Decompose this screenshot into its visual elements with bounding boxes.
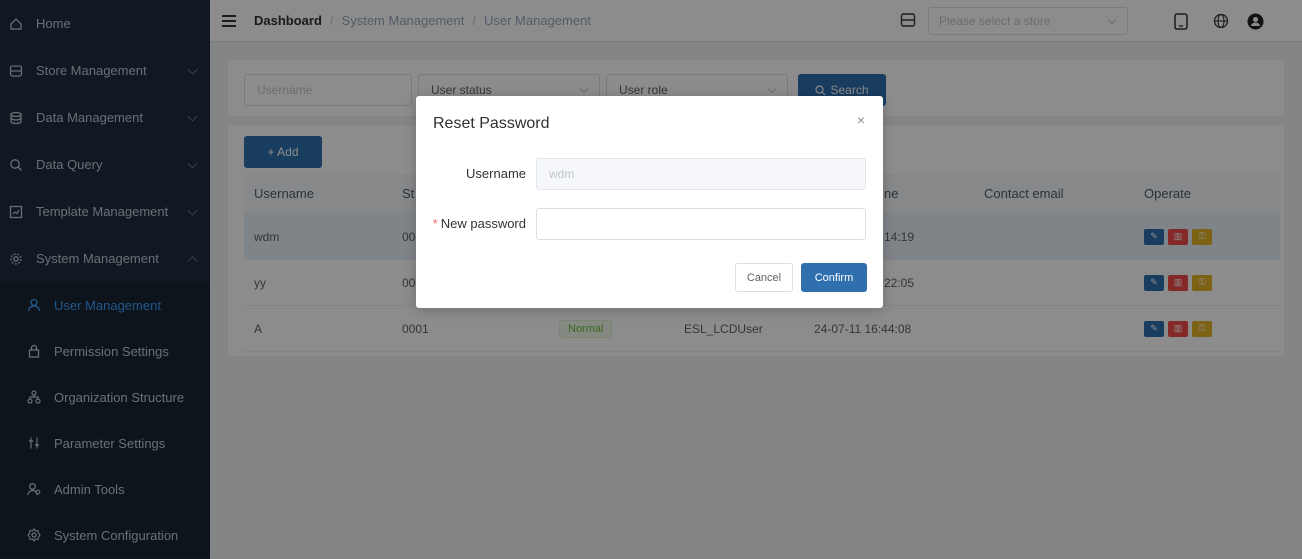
required-marker: * [432,216,438,231]
dialog-title: Reset Password [433,115,550,132]
close-icon[interactable]: × [857,112,865,128]
new-password-field[interactable] [536,208,866,240]
username-label: Username [466,166,526,181]
reset-password-dialog: Reset Password × Username wdm * New passw… [416,96,883,308]
cancel-button[interactable]: Cancel [735,263,793,292]
new-password-label: * New password [432,216,526,231]
username-field: wdm [536,158,866,190]
confirm-button[interactable]: Confirm [801,263,867,292]
